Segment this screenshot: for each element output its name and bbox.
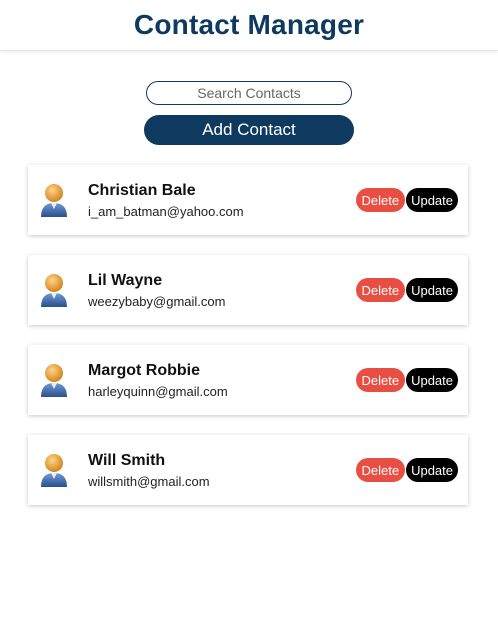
contact-email: i_am_batman@yahoo.com xyxy=(88,203,244,219)
update-button[interactable]: Update xyxy=(406,368,458,392)
search-input[interactable] xyxy=(146,81,352,105)
user-avatar-icon xyxy=(41,184,67,217)
contact-info: Lil Wayne weezybaby@gmail.com xyxy=(88,272,356,309)
user-avatar-icon xyxy=(41,454,67,487)
user-avatar-icon xyxy=(41,274,67,307)
contact-name: Margot Robbie xyxy=(88,361,200,379)
contact-actions: Delete Update xyxy=(355,278,458,302)
controls: Add Contact xyxy=(0,81,498,145)
contact-info: Margot Robbie harleyquinn@gmail.com xyxy=(88,362,356,399)
delete-button[interactable]: Delete xyxy=(355,278,406,302)
page-title: Contact Manager xyxy=(133,9,365,40)
contact-actions: Delete Update xyxy=(355,368,458,392)
contact-name: Will Smith xyxy=(88,451,166,469)
contact-card: Lil Wayne weezybaby@gmail.com Delete Upd… xyxy=(28,255,468,325)
contact-card: Will Smith willsmith@gmail.com Delete Up… xyxy=(28,435,468,505)
contact-actions: Delete Update xyxy=(355,458,458,482)
contact-email: willsmith@gmail.com xyxy=(88,473,210,489)
contact-actions: Delete Update xyxy=(355,188,458,212)
delete-button[interactable]: Delete xyxy=(355,458,406,482)
contact-card: Christian Bale i_am_batman@yahoo.com Del… xyxy=(28,165,468,235)
contact-list: Christian Bale i_am_batman@yahoo.com Del… xyxy=(0,165,498,505)
contact-name: Lil Wayne xyxy=(88,271,163,289)
delete-button[interactable]: Delete xyxy=(355,368,406,392)
delete-button[interactable]: Delete xyxy=(355,188,406,212)
update-button[interactable]: Update xyxy=(406,188,458,212)
contact-email: weezybaby@gmail.com xyxy=(88,293,226,309)
update-button[interactable]: Update xyxy=(406,458,458,482)
user-avatar-icon xyxy=(41,364,67,397)
contact-card: Margot Robbie harleyquinn@gmail.com Dele… xyxy=(28,345,468,415)
app-header: Contact Manager xyxy=(0,0,498,51)
contact-email: harleyquinn@gmail.com xyxy=(88,383,228,399)
add-contact-button[interactable]: Add Contact xyxy=(144,115,354,145)
update-button[interactable]: Update xyxy=(406,278,458,302)
contact-info: Christian Bale i_am_batman@yahoo.com xyxy=(88,182,356,219)
contact-name: Christian Bale xyxy=(88,181,196,199)
contact-info: Will Smith willsmith@gmail.com xyxy=(88,452,356,489)
